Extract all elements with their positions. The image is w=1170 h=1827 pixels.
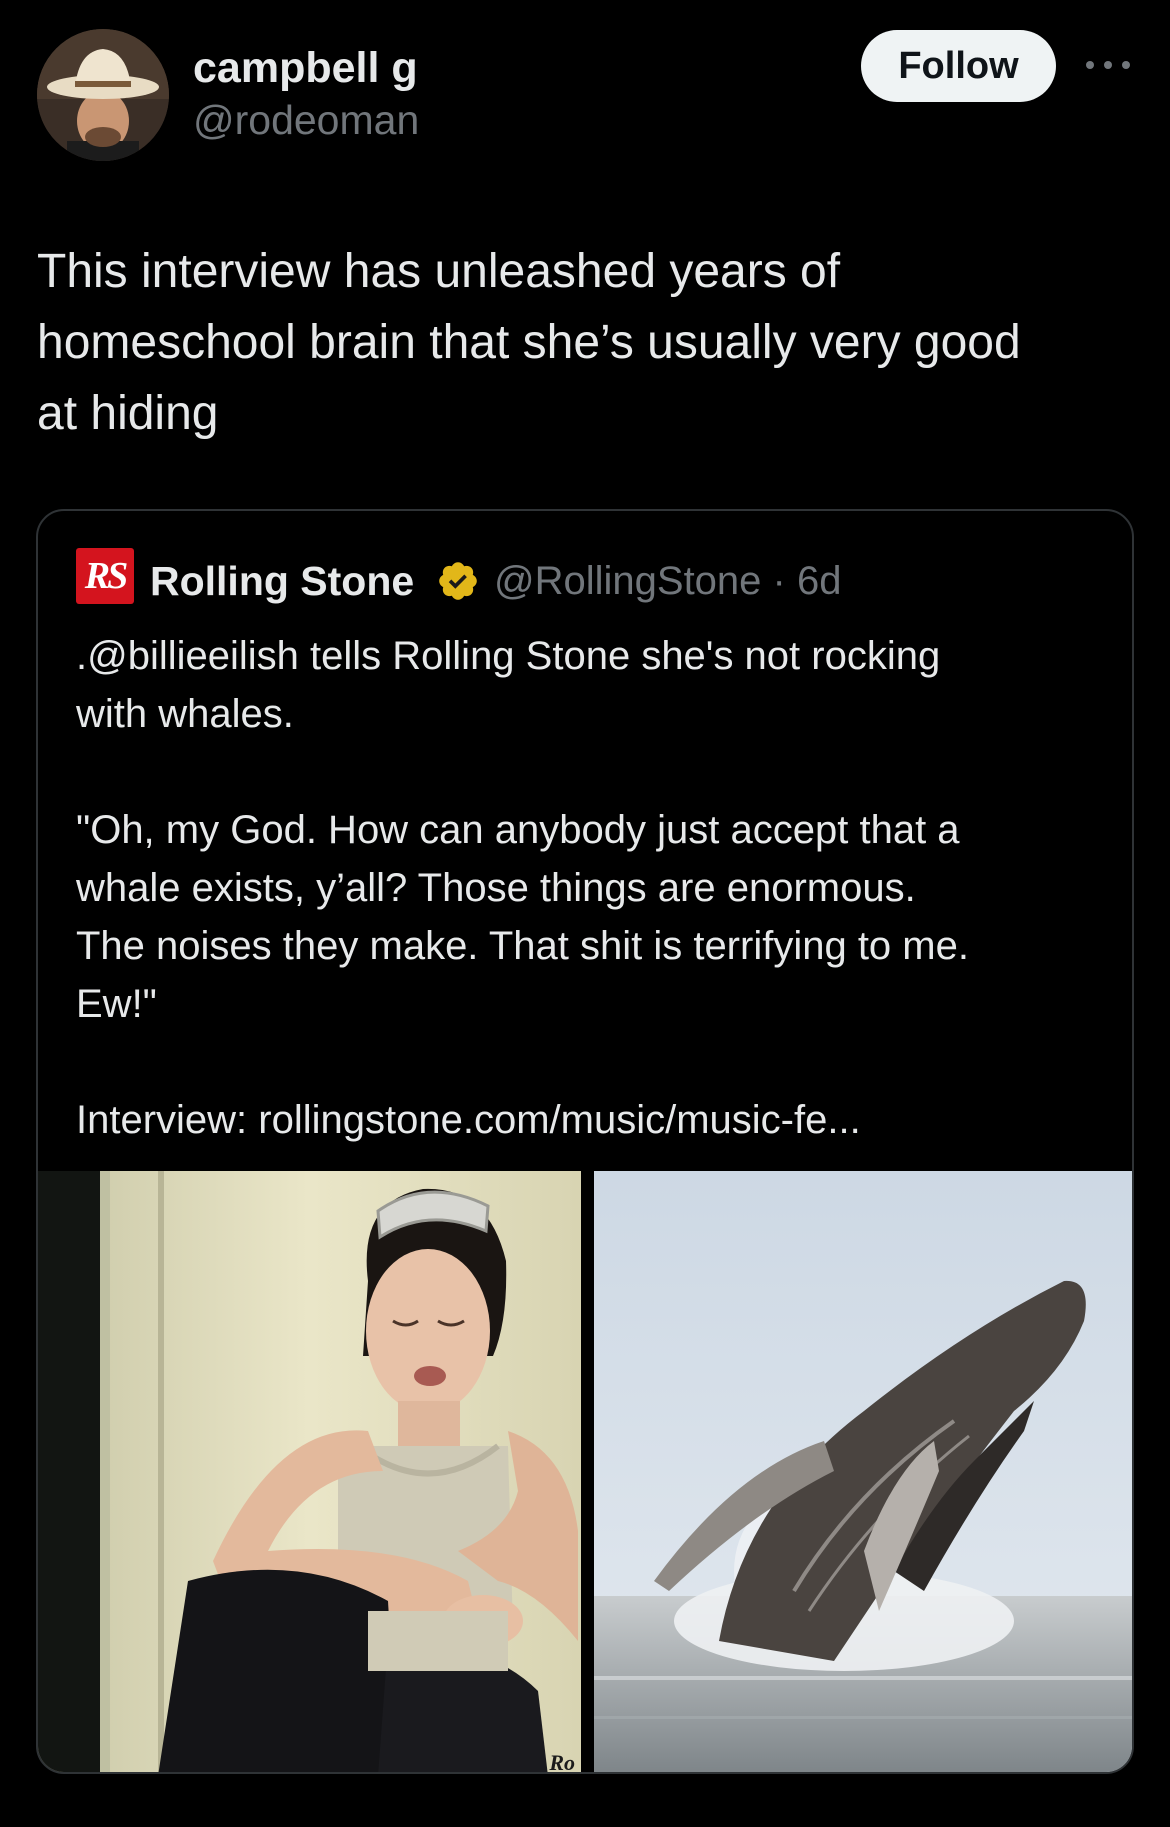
dot (1086, 61, 1094, 69)
author-display-name[interactable]: campbell g (193, 38, 418, 98)
image-watermark: Ro (549, 1750, 575, 1774)
woman-sitting-photo (38, 1171, 581, 1772)
author-handle[interactable]: @rodeoman (193, 92, 419, 148)
media-image-woman[interactable]: Ro (38, 1171, 581, 1774)
follow-button[interactable]: Follow (861, 30, 1056, 102)
gold-verified-badge-icon (439, 562, 477, 600)
dot (1104, 61, 1112, 69)
more-options-icon[interactable] (1086, 58, 1130, 72)
quoted-display-name[interactable]: Rolling Stone (150, 555, 414, 607)
author-avatar[interactable] (37, 29, 169, 161)
media-image-whale[interactable] (594, 1171, 1132, 1772)
whale-breaching-photo (594, 1171, 1132, 1772)
dot (1122, 61, 1130, 69)
rolling-stone-logo-icon[interactable]: RS (76, 548, 134, 604)
tweet-text: This interview has unleashed years of ho… (37, 245, 1021, 440)
avatar-photo (37, 29, 169, 161)
logo-text: RS (84, 555, 128, 597)
quoted-tweet-card[interactable]: RS Rolling Stone @RollingStone · 6d .@bi… (36, 509, 1134, 1774)
quoted-handle-and-time[interactable]: @RollingStone · 6d (494, 555, 841, 607)
quoted-tweet-text: .@billieeilish tells Rolling Stone she's… (76, 634, 969, 1142)
